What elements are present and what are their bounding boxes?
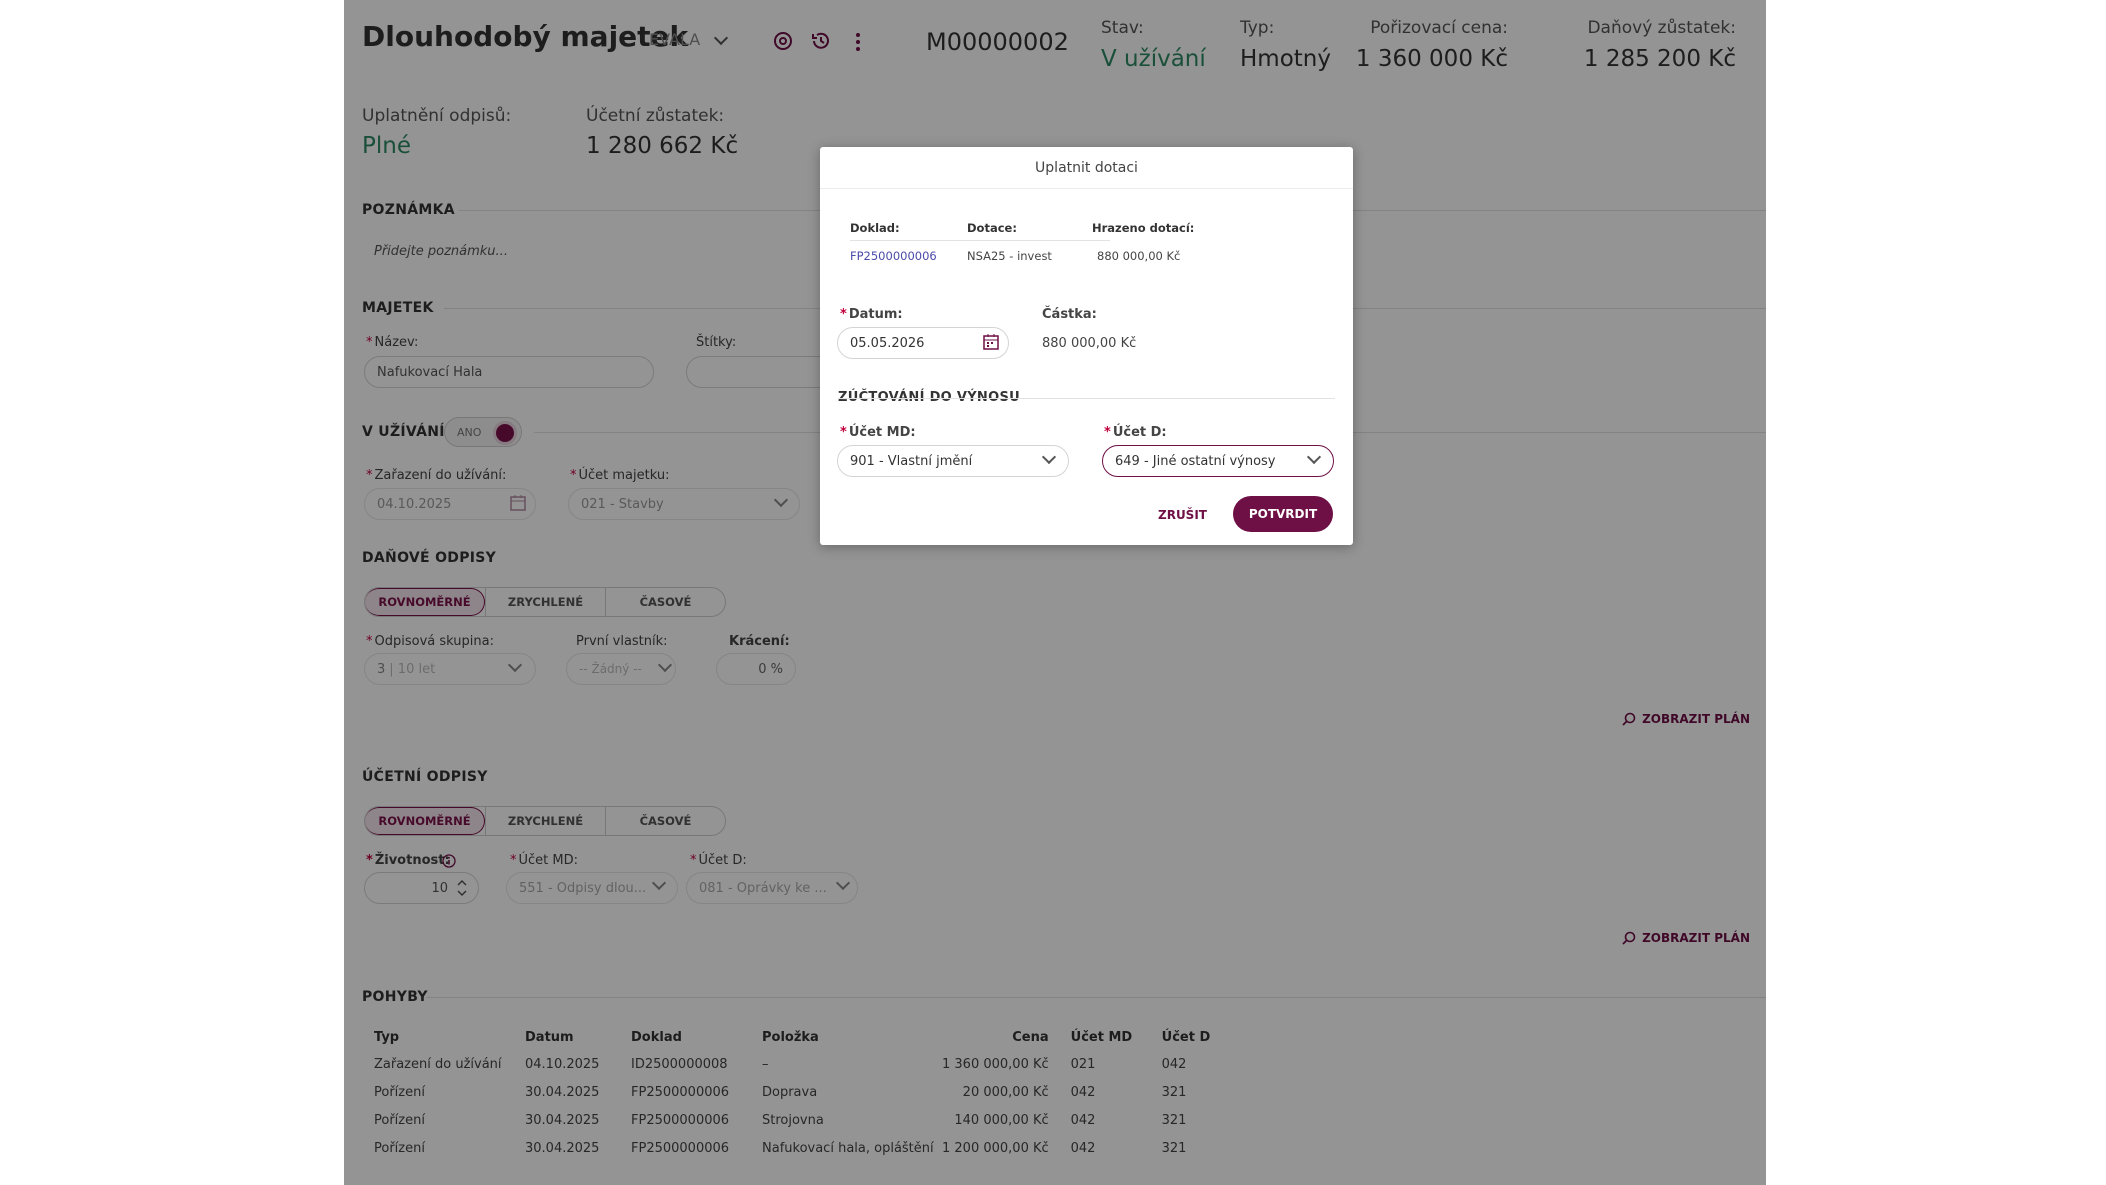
d-account-label: * Účet D: xyxy=(1104,425,1167,440)
amount-value: 880 000,00 Kč xyxy=(1042,336,1137,351)
subsidy-document-link[interactable]: FP2500000006 xyxy=(850,249,937,263)
subsidy-dialog: Uplatnit dotaci Doklad: Dotace: Hrazeno … xyxy=(820,147,1353,545)
md-account-select[interactable]: 901 - Vlastní jmění xyxy=(837,445,1069,477)
calendar-icon[interactable] xyxy=(982,333,1000,351)
date-label: * Datum: xyxy=(840,307,903,322)
dialog-title: Uplatnit dotaci xyxy=(820,147,1353,189)
subsidy-name: NSA25 - invest xyxy=(967,249,1052,263)
col-doklad: Doklad: xyxy=(850,221,900,235)
md-account-label: * Účet MD: xyxy=(840,425,916,440)
cancel-button[interactable]: ZRUŠIT xyxy=(1158,508,1207,522)
col-hrazeno: Hrazeno dotací: xyxy=(1092,221,1195,235)
confirm-button[interactable]: POTVRDIT xyxy=(1233,496,1333,532)
divider xyxy=(838,398,1335,399)
col-dotace: Dotace: xyxy=(967,221,1017,235)
d-account-select[interactable]: 649 - Jiné ostatní výnosy xyxy=(1102,445,1334,477)
divider xyxy=(850,240,1110,241)
subsidy-paid: 880 000,00 Kč xyxy=(1097,249,1181,263)
amount-label: Částka: xyxy=(1042,307,1097,322)
